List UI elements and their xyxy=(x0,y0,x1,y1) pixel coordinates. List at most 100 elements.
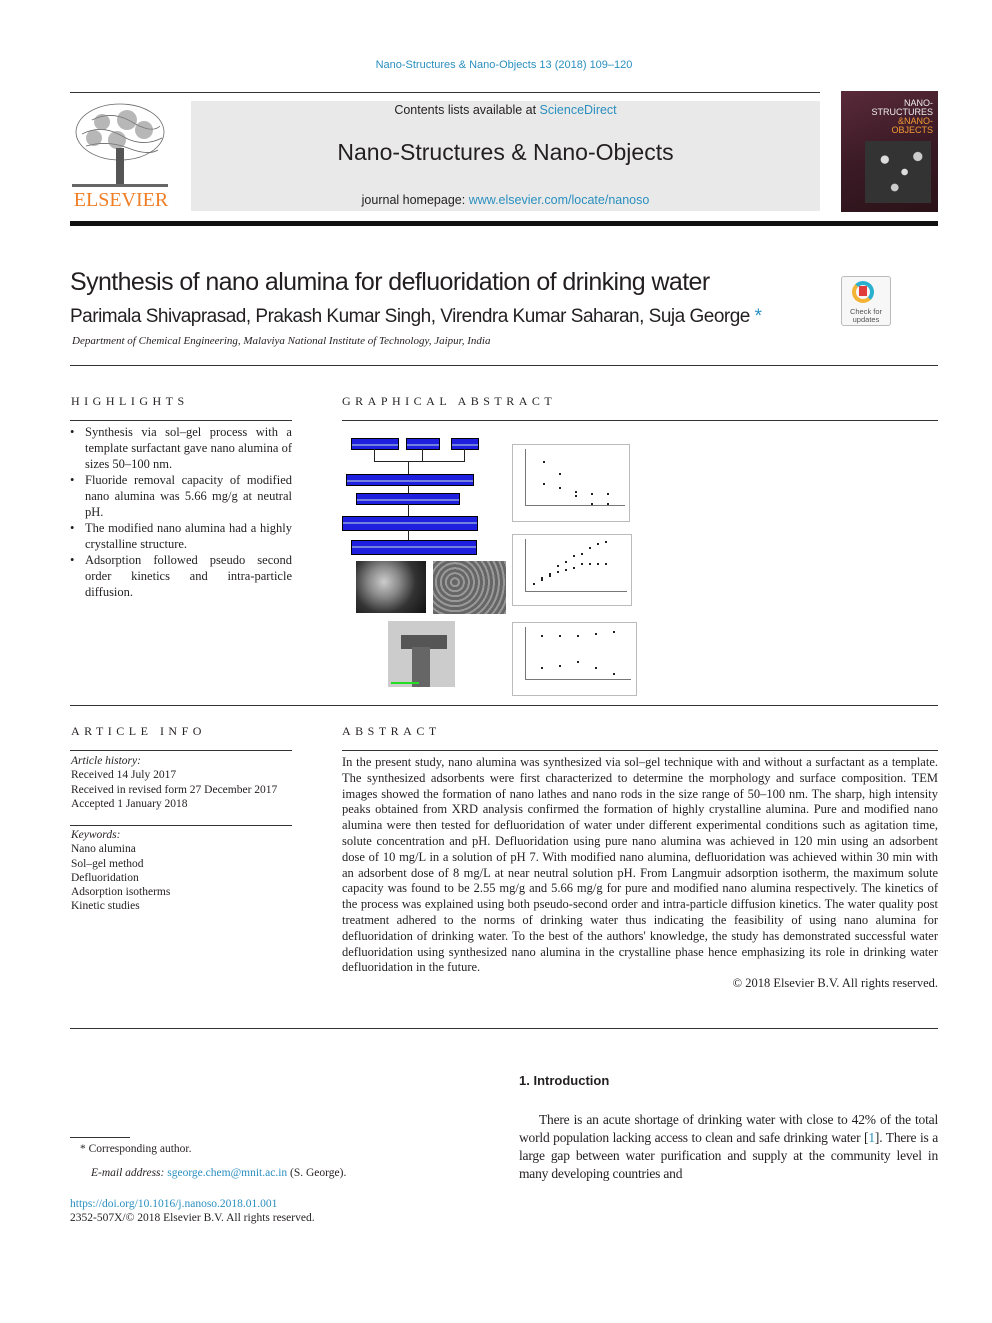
keywords-label: Keywords: xyxy=(71,829,121,841)
plot-point xyxy=(605,563,607,565)
keyword: Sol–gel method xyxy=(71,857,144,870)
y-axis xyxy=(525,539,526,591)
flowchart-box xyxy=(451,438,479,450)
graphical-abstract-rule xyxy=(342,420,938,421)
journal-reference[interactable]: Nano-Structures & Nano-Objects 13 (2018)… xyxy=(0,59,992,71)
flowchart-connector xyxy=(408,462,409,474)
plot-point xyxy=(605,541,607,543)
contents-line: Contents lists available at ScienceDirec… xyxy=(191,103,820,117)
plot-point xyxy=(559,487,561,489)
elsevier-logo[interactable]: ELSEVIER xyxy=(70,100,172,212)
keyword: Defluoridation xyxy=(71,871,139,884)
tem-image xyxy=(388,621,455,687)
plot-point xyxy=(557,571,559,573)
highlights-rule xyxy=(70,420,292,421)
plot-point xyxy=(541,579,543,581)
flowchart-connector xyxy=(464,449,465,461)
plot-point xyxy=(575,491,577,493)
plot-point xyxy=(589,547,591,549)
flowchart-connector xyxy=(408,504,409,516)
plot-point xyxy=(607,493,609,495)
author-list: Parimala Shivaprasad, Prakash Kumar Sing… xyxy=(70,306,762,328)
header-rule xyxy=(70,92,820,93)
email-link[interactable]: sgeorge.chem@mnit.ac.in xyxy=(167,1167,287,1179)
highlights-list: Synthesis via sol–gel process with a tem… xyxy=(70,424,292,600)
plot-point xyxy=(607,503,609,505)
abstract-rule xyxy=(342,750,938,751)
email-note: E-mail address: sgeorge.chem@mnit.ac.in … xyxy=(91,1167,346,1179)
plot-point xyxy=(559,473,561,475)
abstract-heading: ABSTRACT xyxy=(342,724,441,738)
keyword: Nano alumina xyxy=(71,843,136,856)
history-label: Article history: xyxy=(71,755,141,767)
doi-link[interactable]: https://doi.org/10.1016/j.nanoso.2018.01… xyxy=(70,1198,277,1210)
tem-scale-bar xyxy=(391,682,419,684)
article-info-rule xyxy=(70,750,292,751)
plot-residual-fluoride xyxy=(512,444,630,522)
abstract-body: In the present study, nano alumina was s… xyxy=(342,755,938,992)
issn-copyright: 2352-507X/© 2018 Elsevier B.V. All right… xyxy=(70,1212,315,1224)
corresponding-author-note: * Corresponding author. xyxy=(80,1143,192,1155)
cover-image xyxy=(865,141,931,203)
x-axis xyxy=(525,505,625,506)
bookmark-flag-icon xyxy=(859,286,867,296)
plot-point xyxy=(559,635,561,637)
plot-point xyxy=(541,667,543,669)
cover-title: NANO- STRUCTURES &NANO- OBJECTS xyxy=(871,99,933,135)
plot-point xyxy=(573,555,575,557)
history-accepted: Accepted 1 January 2018 xyxy=(71,797,188,810)
email-label: E-mail address: xyxy=(91,1167,168,1179)
plot-point xyxy=(541,635,543,637)
plot-point xyxy=(565,561,567,563)
flowchart-box xyxy=(346,474,474,486)
y-axis xyxy=(525,627,526,679)
introduction-text: There is an acute shortage of drinking w… xyxy=(519,1111,938,1183)
plot-point xyxy=(557,565,559,567)
plot-point xyxy=(559,665,561,667)
plot-uptake-concentration xyxy=(512,534,632,606)
homepage-link[interactable]: www.elsevier.com/locate/nanoso xyxy=(469,193,650,207)
journal-title: Nano-Structures & Nano-Objects xyxy=(337,139,674,165)
masthead-rule xyxy=(70,221,938,226)
flowchart-connector xyxy=(374,461,465,462)
plot-point xyxy=(577,661,579,663)
plot-point xyxy=(581,553,583,555)
introduction-heading: 1. Introduction xyxy=(519,1073,610,1088)
journal-cover[interactable]: NANO- STRUCTURES &NANO- OBJECTS xyxy=(841,91,938,212)
cover-line: OBJECTS xyxy=(891,125,933,135)
plot-point xyxy=(595,667,597,669)
masthead: Contents lists available at ScienceDirec… xyxy=(191,101,820,211)
flowchart-box xyxy=(406,438,440,450)
y-axis xyxy=(525,449,526,505)
history-received: Received 14 July 2017 xyxy=(71,769,177,782)
highlight-item: Synthesis via sol–gel process with a tem… xyxy=(70,424,292,472)
plot-point xyxy=(575,495,577,497)
keywords: Keywords: Nano alumina Sol–gel method De… xyxy=(71,828,170,914)
article-history: Article history: Received 14 July 2017 R… xyxy=(71,754,277,811)
keyword: Adsorption isotherms xyxy=(71,886,171,899)
plot-point xyxy=(613,673,615,675)
plot-point xyxy=(533,583,535,585)
title-rule xyxy=(70,365,938,366)
highlight-item: Fluoride removal capacity of modified na… xyxy=(70,472,292,520)
check-for-updates-button[interactable]: Check for updates xyxy=(841,276,891,326)
article-title: Synthesis of nano alumina for defluorida… xyxy=(70,268,710,296)
homepage-line: journal homepage: www.elsevier.com/locat… xyxy=(191,193,820,207)
plot-point xyxy=(591,493,593,495)
plot-point xyxy=(541,577,543,579)
plot-removal-vs-ph xyxy=(512,622,637,696)
highlights-heading: HIGHLIGHTS xyxy=(71,394,189,408)
check-updates-label: Check for updates xyxy=(842,308,890,324)
graphical-abstract-image[interactable] xyxy=(340,430,650,700)
history-revised: Received in revised form 27 December 201… xyxy=(71,783,278,796)
plot-point xyxy=(595,633,597,635)
plot-point xyxy=(543,461,545,463)
plot-point xyxy=(565,569,567,571)
elsevier-wordmark: ELSEVIER xyxy=(73,189,169,211)
corresponding-author-mark[interactable]: * xyxy=(755,306,762,327)
plot-point xyxy=(543,483,545,485)
flowchart-connector xyxy=(408,530,409,540)
abstract-end-rule xyxy=(70,1028,938,1029)
sciencedirect-link[interactable]: ScienceDirect xyxy=(540,103,617,117)
plot-point xyxy=(549,575,551,577)
